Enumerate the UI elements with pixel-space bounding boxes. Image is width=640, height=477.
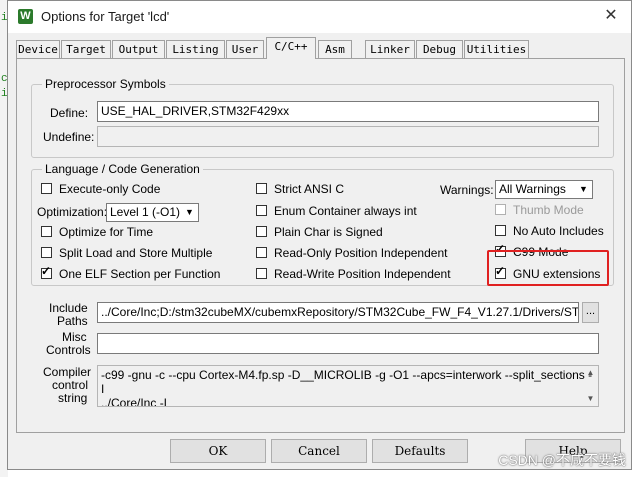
checkbox-box [256, 247, 267, 258]
gnu-extensions-label: GNU extensions [513, 267, 601, 281]
undefine-input[interactable] [97, 126, 599, 147]
defaults-button[interactable]: Defaults [372, 439, 468, 463]
plain-char-label: Plain Char is Signed [274, 225, 383, 239]
tab-utilities[interactable]: Utilities [464, 40, 529, 58]
no-auto-includes-label: No Auto Includes [513, 224, 604, 238]
define-label: Define: [50, 106, 89, 120]
check-icon: ✓ [495, 242, 506, 256]
tab-asm[interactable]: Asm [318, 40, 352, 58]
preprocessor-legend: Preprocessor Symbols [42, 77, 169, 91]
keil-app-icon: W [18, 9, 33, 24]
ok-button[interactable]: OK [170, 439, 266, 463]
warnings-value: All Warnings [499, 182, 566, 196]
execute-only-label: Execute-only Code [59, 182, 161, 196]
rw-position-label: Read-Write Position Independent [274, 267, 451, 281]
include-paths-input[interactable]: ../Core/Inc;D:/stm32cubeMX/cubemxReposit… [97, 302, 579, 323]
checkbox-box [41, 247, 52, 258]
checkbox-box [256, 205, 267, 216]
thumb-mode-label: Thumb Mode [513, 203, 584, 217]
compiler-label-line2: control [52, 378, 89, 392]
scroll-down-icon[interactable]: ▼ [584, 393, 597, 405]
optimization-value: Level 1 (-O1) [110, 205, 181, 219]
compiler-line-1: -c99 -gnu -c --cpu Cortex-M4.fp.sp -D__M… [101, 368, 593, 396]
strict-ansi-label: Strict ANSI C [274, 182, 345, 196]
compiler-label-line1: Compiler [43, 365, 92, 379]
optimize-time-label: Optimize for Time [59, 225, 154, 239]
c-cpp-panel: Preprocessor Symbols Define: USE_HAL_DRI… [16, 58, 625, 433]
tab-output[interactable]: Output [112, 40, 165, 58]
ro-position-label: Read-Only Position Independent [274, 246, 448, 260]
optimization-select[interactable]: Level 1 (-O1) ▼ [106, 203, 199, 222]
split-load-label: Split Load and Store Multiple [59, 246, 213, 260]
warnings-select[interactable]: All Warnings ▼ [495, 180, 593, 199]
tab-device[interactable]: Device [16, 40, 60, 58]
misc-controls-input[interactable] [97, 333, 599, 354]
checkbox-box [256, 183, 267, 194]
misc-label-line2: Controls [46, 343, 91, 357]
language-legend: Language / Code Generation [42, 162, 203, 176]
chevron-down-icon: ▼ [579, 184, 588, 194]
check-icon: ✓ [495, 264, 506, 278]
check-icon: ✓ [41, 264, 52, 278]
c99-mode-label: C99 Mode [513, 245, 569, 259]
include-label-line1: Include [49, 301, 88, 315]
title-bar: W Options for Target 'lcd' ✕ [8, 1, 631, 33]
options-dialog: W Options for Target 'lcd' ✕ Device Targ… [7, 0, 632, 470]
checkbox-box [41, 226, 52, 237]
watermark: CSDN @不咸不要钱 [498, 452, 626, 468]
close-icon[interactable]: ✕ [599, 5, 623, 27]
tab-strip: Device Target Output Listing User C/C++ … [16, 37, 631, 59]
tab-user[interactable]: User [226, 40, 264, 58]
tab-debug[interactable]: Debug [416, 40, 463, 58]
enum-container-label: Enum Container always int [274, 204, 417, 218]
tab-target[interactable]: Target [61, 40, 111, 58]
tab-linker[interactable]: Linker [365, 40, 415, 58]
checkbox-box [495, 225, 506, 236]
scroll-up-icon[interactable]: ▲ [584, 367, 597, 379]
include-browse-button[interactable]: ... [582, 302, 599, 323]
define-input[interactable]: USE_HAL_DRIVER,STM32F429xx [97, 101, 599, 122]
optimization-label: Optimization: [37, 205, 108, 219]
one-elf-label: One ELF Section per Function [59, 267, 221, 281]
checkbox-box [256, 226, 267, 237]
include-label-line2: Paths [57, 314, 88, 328]
checkbox-box [495, 204, 506, 215]
compiler-line-2: ../Core/Inc -I [101, 396, 168, 407]
tab-listing[interactable]: Listing [166, 40, 225, 58]
checkbox-box [256, 268, 267, 279]
undefine-label: Undefine: [43, 130, 95, 144]
checkbox-box [41, 183, 52, 194]
compiler-label-line3: string [58, 391, 88, 405]
warnings-label: Warnings: [440, 183, 494, 197]
cancel-button[interactable]: Cancel [271, 439, 367, 463]
window-title: Options for Target 'lcd' [41, 9, 170, 24]
misc-label-line1: Misc [62, 330, 87, 344]
chevron-down-icon: ▼ [185, 207, 194, 217]
tab-c-cpp[interactable]: C/C++ [266, 37, 316, 59]
compiler-control-string[interactable]: -c99 -gnu -c --cpu Cortex-M4.fp.sp -D__M… [97, 365, 599, 407]
